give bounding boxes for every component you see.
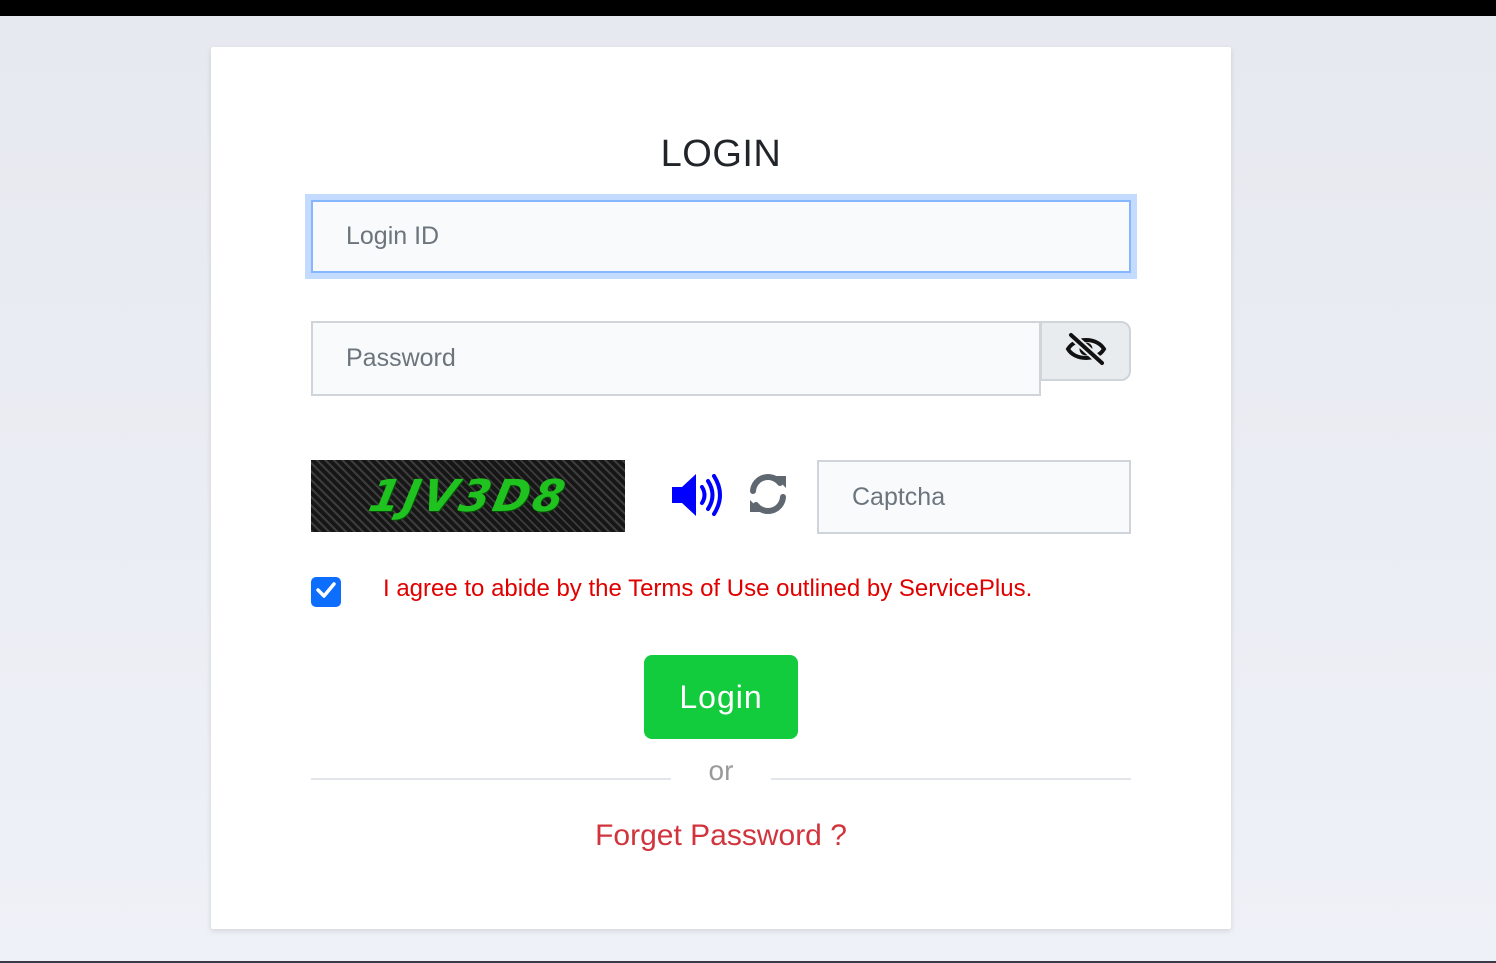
captcha-refresh-button[interactable] <box>744 470 792 518</box>
login-card: LOGIN 1JV3D8 <box>211 47 1231 929</box>
checkmark-icon <box>315 579 337 606</box>
divider-left <box>311 778 671 780</box>
divider-right <box>771 778 1131 780</box>
volume-up-icon <box>669 474 729 523</box>
captcha-image: 1JV3D8 <box>311 460 625 532</box>
divider-or-text: or <box>708 755 734 786</box>
page-title: LOGIN <box>660 133 782 175</box>
browser-top-bar <box>0 0 1496 16</box>
captcha-input[interactable] <box>817 460 1131 534</box>
terms-checkbox[interactable] <box>311 577 341 607</box>
captcha-audio-button[interactable] <box>669 471 729 519</box>
toggle-password-visibility-button[interactable] <box>1040 321 1131 381</box>
captcha-code: 1JV3D8 <box>364 470 572 522</box>
password-input[interactable] <box>311 321 1041 396</box>
terms-label: I agree to abide by the Terms of Use out… <box>383 575 1033 602</box>
login-button[interactable]: Login <box>644 655 798 739</box>
eye-slash-icon <box>1065 330 1107 371</box>
refresh-icon <box>744 474 792 522</box>
forget-password-link[interactable]: Forget Password ? <box>211 819 1231 853</box>
login-id-input[interactable] <box>311 200 1131 273</box>
